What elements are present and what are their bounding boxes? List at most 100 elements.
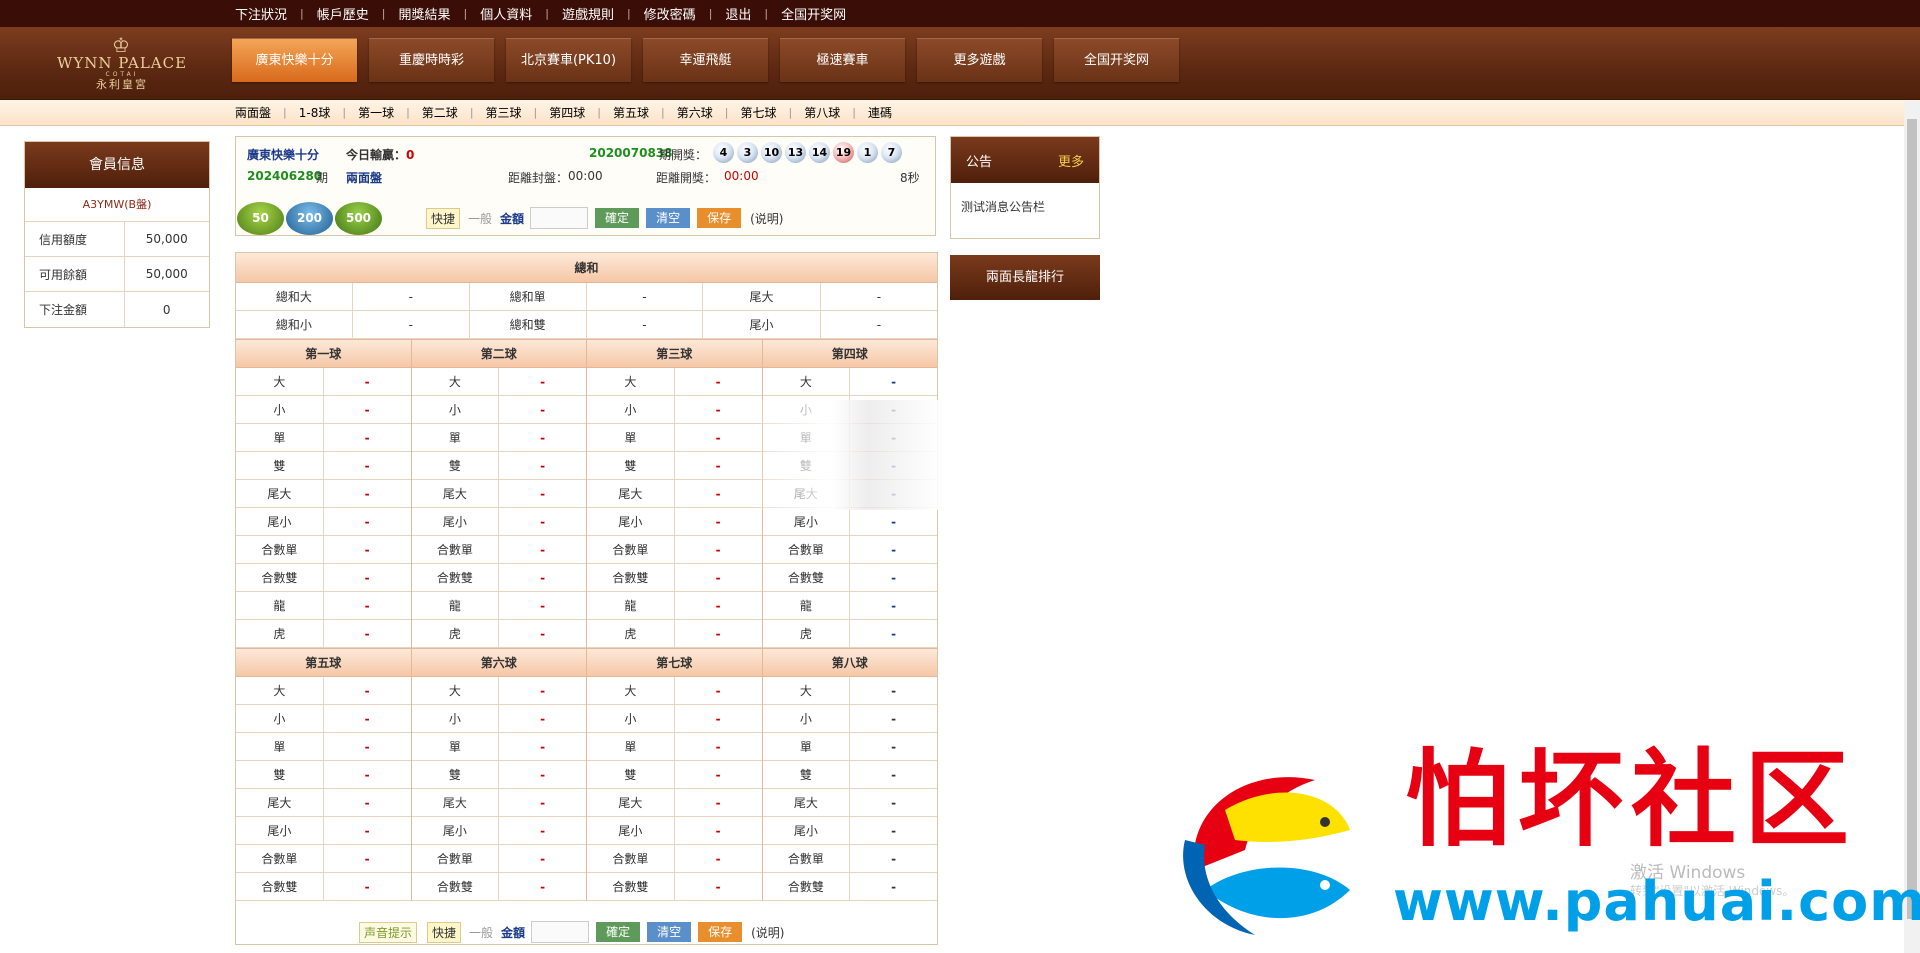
subnav-link[interactable]: 1-8球 <box>287 104 343 121</box>
top-nav-link[interactable]: 退出 <box>712 4 764 23</box>
chip-500[interactable]: 500 <box>335 202 382 235</box>
bet-option-row[interactable]: 合數單 - <box>762 845 937 873</box>
clear-button[interactable]: 清空 <box>646 208 691 228</box>
subnav-link[interactable]: 第四球 <box>537 104 597 121</box>
bet-option-row[interactable]: 大- <box>762 368 937 396</box>
bet-option-row[interactable]: 單- <box>587 733 762 761</box>
bet-option-row[interactable]: 尾小 - <box>411 817 586 845</box>
sum-cell[interactable]: 總和單 - <box>470 283 704 310</box>
top-nav-link[interactable]: 修改密碼 <box>631 4 709 23</box>
bet-option-row[interactable]: 合數雙 - <box>587 873 762 901</box>
bet-option-row[interactable]: 尾小 - <box>762 817 937 845</box>
bet-option-row[interactable]: 雙- <box>587 452 762 480</box>
normal-mode-button[interactable]: 一般 <box>468 210 492 227</box>
subnav-link[interactable]: 第一球 <box>346 104 406 121</box>
top-nav-link[interactable]: 下注狀況 <box>222 4 300 23</box>
bet-option-row[interactable]: 合數單 - <box>587 536 762 564</box>
long-dragon-rank-button[interactable]: 兩面長龍排行 <box>950 255 1100 300</box>
bet-option-row[interactable]: 小- <box>236 705 411 733</box>
subnav-link[interactable]: 第二球 <box>410 104 470 121</box>
bet-option-row[interactable]: 合數雙 - <box>762 873 937 901</box>
top-nav-link[interactable]: 個人資料 <box>467 4 545 23</box>
bet-option-row[interactable]: 單- <box>762 733 937 761</box>
bet-option-row[interactable]: 合數單 - <box>587 845 762 873</box>
bet-option-row[interactable]: 虎- <box>587 620 762 648</box>
bet-option-row[interactable]: 小- <box>587 396 762 424</box>
bet-option-row[interactable]: 大- <box>236 368 411 396</box>
bet-option-row[interactable]: 大- <box>587 368 762 396</box>
game-tab[interactable]: 北京賽車(PK10) <box>506 38 631 82</box>
bet-option-row[interactable]: 尾大 - <box>762 789 937 817</box>
normal-mode-button-bottom[interactable]: 一般 <box>469 924 493 941</box>
chip-200[interactable]: 200 <box>286 202 333 235</box>
save-button[interactable]: 保存 <box>697 208 742 228</box>
top-nav-link[interactable]: 全国开奖网 <box>768 4 859 23</box>
bet-option-row[interactable]: 小- <box>411 396 586 424</box>
bet-option-row[interactable]: 合數單 - <box>236 536 411 564</box>
explain-link-bottom[interactable]: (说明) <box>751 924 784 941</box>
bet-option-row[interactable]: 小- <box>411 705 586 733</box>
bet-option-row[interactable]: 尾小 - <box>762 508 937 536</box>
bet-option-row[interactable]: 尾大 - <box>236 789 411 817</box>
game-tab[interactable]: 全国开奖网 <box>1054 38 1179 82</box>
bet-option-row[interactable]: 合數雙 - <box>587 564 762 592</box>
subnav-link[interactable]: 兩面盤 <box>223 104 283 121</box>
bet-option-row[interactable]: 尾小 - <box>236 508 411 536</box>
game-tab[interactable]: 廣東快樂十分 <box>232 38 357 82</box>
sum-cell[interactable]: 總和大 - <box>236 283 470 310</box>
confirm-button-bottom[interactable]: 確定 <box>596 922 641 942</box>
bet-option-row[interactable]: 合數單 - <box>411 536 586 564</box>
bet-option-row[interactable]: 尾大 - <box>411 789 586 817</box>
explain-link[interactable]: (说明) <box>750 210 783 227</box>
bet-option-row[interactable]: 單- <box>236 733 411 761</box>
bet-option-row[interactable]: 單- <box>411 733 586 761</box>
subnav-link[interactable]: 連碼 <box>856 104 904 121</box>
subnav-link[interactable]: 第三球 <box>474 104 534 121</box>
sum-cell[interactable]: 尾大 - <box>703 283 937 310</box>
bet-option-row[interactable]: 單- <box>236 424 411 452</box>
bet-option-row[interactable]: 雙- <box>236 761 411 789</box>
game-tab[interactable]: 幸運飛艇 <box>643 38 768 82</box>
bet-option-row[interactable]: 合數單 - <box>236 845 411 873</box>
bet-option-row[interactable]: 尾小 - <box>411 508 586 536</box>
chip-50[interactable]: 50 <box>237 202 284 235</box>
game-tab[interactable]: 重慶時時彩 <box>369 38 494 82</box>
bet-option-row[interactable]: 單- <box>411 424 586 452</box>
quick-mode-button[interactable]: 快捷 <box>426 207 461 229</box>
top-nav-link[interactable]: 開獎結果 <box>385 4 463 23</box>
notice-more-link[interactable]: 更多 <box>1058 151 1084 170</box>
bet-option-row[interactable]: 尾大 - <box>587 789 762 817</box>
bet-option-row[interactable]: 尾大 - <box>236 480 411 508</box>
bet-option-row[interactable]: 合數雙 - <box>236 873 411 901</box>
subnav-link[interactable]: 第五球 <box>601 104 661 121</box>
bet-option-row[interactable]: 尾小 - <box>587 817 762 845</box>
bet-option-row[interactable]: 合數雙 - <box>411 873 586 901</box>
bet-option-row[interactable]: 虎- <box>236 620 411 648</box>
sum-cell[interactable]: 總和小 - <box>236 311 470 338</box>
bet-option-row[interactable]: 雙- <box>587 761 762 789</box>
bet-option-row[interactable]: 合數雙 - <box>236 564 411 592</box>
bet-option-row[interactable]: 雙- <box>236 452 411 480</box>
bet-option-row[interactable]: 雙- <box>762 761 937 789</box>
bet-option-row[interactable]: 尾大 - <box>587 480 762 508</box>
bet-option-row[interactable]: 小- <box>762 705 937 733</box>
sum-cell[interactable]: 總和雙 - <box>470 311 704 338</box>
bet-option-row[interactable]: 大- <box>411 368 586 396</box>
confirm-button[interactable]: 確定 <box>595 208 640 228</box>
bet-option-row[interactable]: 小- <box>236 396 411 424</box>
bet-option-row[interactable]: 尾大 - <box>411 480 586 508</box>
bet-option-row[interactable]: 合數雙 - <box>411 564 586 592</box>
bet-option-row[interactable]: 小- <box>587 705 762 733</box>
bet-option-row[interactable]: 虎- <box>762 620 937 648</box>
subnav-link[interactable]: 第八球 <box>792 104 852 121</box>
bet-option-row[interactable]: 尾小 - <box>587 508 762 536</box>
bet-option-row[interactable]: 合數單 - <box>762 536 937 564</box>
game-tab[interactable]: 更多遊戲 <box>917 38 1042 82</box>
bet-option-row[interactable]: 雙- <box>411 452 586 480</box>
bet-option-row[interactable]: 龍- <box>411 592 586 620</box>
bet-option-row[interactable]: 尾小 - <box>236 817 411 845</box>
amount-input-bottom[interactable] <box>531 921 590 943</box>
bet-option-row[interactable]: 大- <box>587 677 762 705</box>
bet-option-row[interactable]: 大- <box>236 677 411 705</box>
quick-mode-button-bottom[interactable]: 快捷 <box>427 921 462 943</box>
